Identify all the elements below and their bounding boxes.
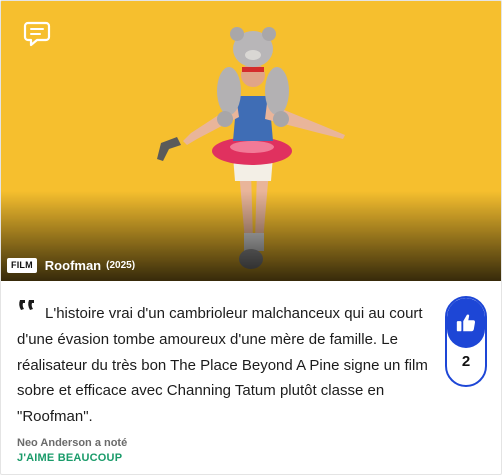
film-poster[interactable]: FILM Roofman (2025) [1,1,501,281]
film-title[interactable]: Roofman [45,258,101,273]
like-count: 2 [461,353,471,370]
thumbs-up-icon [456,314,475,332]
comment-bubble-icon [23,21,51,47]
rating-label: J'AIME BEAUCOUP [17,452,123,464]
review-text: L'histoire vrai d'un cambrioleur malchan… [17,305,428,426]
like-button[interactable]: 2 [445,296,487,387]
review-author[interactable]: Neo Anderson a noté [17,437,127,449]
like-icon-area [447,298,485,348]
film-year: (2025) [106,259,136,271]
film-caption: FILM Roofman (2025) [7,256,135,274]
comment-button[interactable] [21,18,53,50]
review-card: FILM Roofman (2025) L'histoire vrai d'un… [0,0,502,475]
media-type-badge: FILM [7,257,37,273]
